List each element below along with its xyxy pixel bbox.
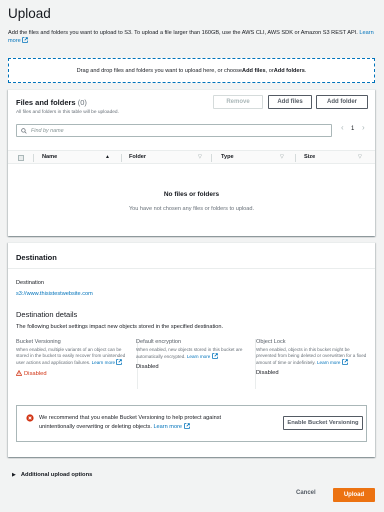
upload-dropzone[interactable]: Drag and drop files and folders you want…: [8, 58, 375, 83]
files-panel-subtitle: All files and folders in this table will…: [16, 110, 119, 115]
files-and-folders-panel: Files and folders (0) All files and fold…: [8, 89, 375, 236]
add-files-button[interactable]: Add files: [268, 95, 312, 109]
search-input[interactable]: Find by name: [16, 124, 332, 137]
setting-title: Bucket Versioning: [16, 339, 61, 345]
alert-message: We recommend that you enable Bucket Vers…: [39, 415, 222, 430]
learn-more-link[interactable]: Learn more: [187, 354, 211, 359]
cancel-button[interactable]: Cancel: [296, 490, 316, 496]
next-page-icon[interactable]: ›: [362, 123, 365, 132]
setting-description-text: When enabled, objects in this bucket mig…: [256, 347, 367, 365]
sort-ascending-icon[interactable]: ▲: [105, 154, 110, 160]
column-divider: [33, 154, 34, 162]
destination-label: Destination: [16, 280, 44, 286]
page-number[interactable]: 1: [351, 126, 354, 132]
dropzone-add-files-text: Add files: [242, 67, 266, 74]
external-link-icon: [341, 359, 348, 365]
add-folder-button[interactable]: Add folder: [316, 95, 368, 109]
bucket-versioning-setting: Bucket Versioning When enabled, multiple…: [15, 339, 130, 393]
select-all-checkbox[interactable]: [18, 155, 24, 161]
external-link-icon: [116, 359, 123, 365]
versioning-status: Disabled: [15, 369, 130, 377]
sort-icon[interactable]: ▽: [280, 154, 284, 160]
enable-bucket-versioning-button[interactable]: Enable Bucket Versioning: [283, 416, 363, 430]
column-divider: [121, 154, 122, 162]
additional-upload-options-label: Additional upload options: [20, 472, 93, 478]
dropzone-add-folders-text: Add folders: [273, 67, 305, 74]
sort-icon[interactable]: ▽: [198, 154, 202, 160]
dropzone-text-middle: , or: [265, 67, 274, 74]
column-header-size[interactable]: Size: [304, 154, 315, 160]
learn-more-link[interactable]: Learn more: [317, 360, 341, 365]
intro-text: Add the files and folders you want to up…: [8, 29, 376, 45]
search-icon: [21, 127, 27, 134]
object-lock-status: Disabled: [256, 370, 279, 376]
intro-description: Add the files and folders you want to up…: [8, 30, 358, 36]
alert-text: We recommend that you enable Bucket Vers…: [39, 414, 249, 432]
alert-learn-more-link[interactable]: Learn more: [153, 424, 182, 430]
versioning-recommendation-alert: We recommend that you enable Bucket Vers…: [16, 405, 367, 442]
object-lock-setting: Object Lock When enabled, objects in thi…: [256, 339, 367, 393]
destination-heading: Destination: [8, 243, 375, 269]
default-encryption-setting: Default encryption When enabled, new obj…: [136, 339, 250, 393]
setting-description: When enabled, multiple variants of an ob…: [16, 347, 130, 366]
alert-error-icon: [26, 414, 34, 422]
column-header-name[interactable]: Name: [42, 154, 57, 160]
warning-icon: [15, 369, 23, 376]
external-link-icon: [22, 37, 29, 43]
versioning-status-text: Disabled: [24, 371, 47, 377]
previous-page-icon[interactable]: ‹: [341, 123, 344, 132]
dropzone-text-before: Drag and drop files and folders you want…: [76, 67, 243, 74]
page-title: Upload: [8, 6, 51, 21]
empty-state-text: You have not chosen any files or folders…: [128, 206, 255, 212]
column-divider: [295, 154, 296, 162]
files-panel-title: Files and folders (0): [16, 98, 367, 107]
learn-more-link[interactable]: Learn more: [92, 360, 116, 365]
sort-icon[interactable]: ▽: [358, 154, 362, 160]
setting-description: When enabled, objects in this bucket mig…: [256, 347, 367, 366]
additional-upload-options-toggle[interactable]: ▶ Additional upload options: [12, 472, 92, 478]
destination-details-title: Destination details: [16, 310, 78, 319]
dropzone-text-after: .: [304, 67, 307, 74]
column-divider: [211, 154, 212, 162]
search-placeholder: Find by name: [31, 127, 64, 134]
setting-description: When enabled, new objects stored in this…: [136, 347, 250, 360]
setting-title: Object Lock: [256, 339, 286, 345]
upload-button[interactable]: Upload: [333, 488, 375, 502]
external-link-icon: [211, 353, 218, 359]
column-header-type[interactable]: Type: [221, 154, 234, 160]
encryption-status: Disabled: [136, 364, 159, 370]
destination-url-link[interactable]: s3://www.thisistestwebsite.com: [16, 291, 93, 297]
destination-details-subtitle: The following bucket settings impact new…: [16, 324, 224, 330]
caret-right-icon: ▶: [12, 472, 16, 478]
empty-state-title: No files or folders: [163, 191, 220, 198]
remove-button[interactable]: Remove: [213, 95, 263, 109]
files-count: (0): [77, 98, 87, 107]
files-panel-title-text: Files and folders: [16, 98, 76, 107]
external-link-icon: [183, 423, 190, 429]
setting-title: Default encryption: [136, 339, 182, 345]
files-table-header: Name ▲ Folder ▽ Type ▽ Size ▽: [8, 150, 375, 164]
destination-panel: Destination Destination s3://www.thisist…: [8, 242, 375, 457]
column-header-folder[interactable]: Folder: [129, 154, 146, 160]
